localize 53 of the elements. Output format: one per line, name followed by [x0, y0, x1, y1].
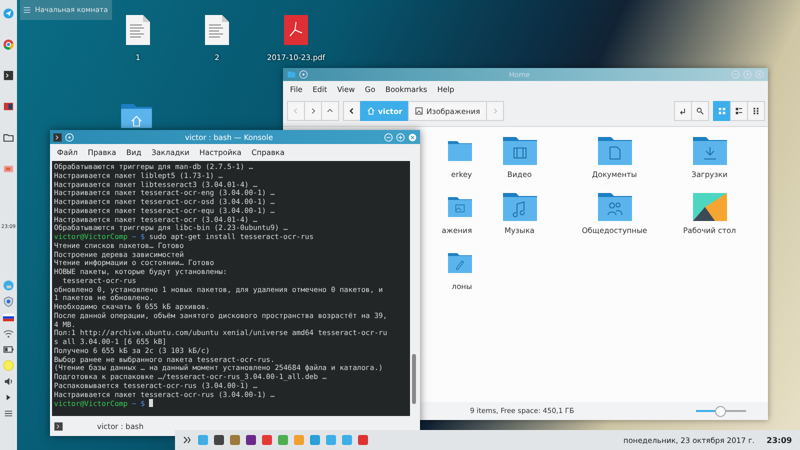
- list-icon: [735, 107, 743, 115]
- app-icon[interactable]: [245, 434, 257, 446]
- details-view-button[interactable]: [747, 101, 765, 121]
- cloud-icon[interactable]: [3, 280, 14, 291]
- chevron-up-icon: [326, 107, 334, 115]
- wifi-icon[interactable]: [3, 328, 14, 339]
- document-icon[interactable]: [125, 14, 151, 46]
- zoom-slider[interactable]: [696, 406, 746, 416]
- desktop-folder-icon[interactable]: [692, 193, 726, 221]
- app-icon[interactable]: [3, 101, 14, 112]
- telegram-icon[interactable]: [3, 8, 14, 19]
- shield-icon[interactable]: [3, 296, 14, 307]
- flag-icon[interactable]: [3, 312, 14, 323]
- app-icon[interactable]: [213, 434, 225, 446]
- browser-icon[interactable]: [3, 39, 14, 50]
- home-icon: [367, 107, 375, 115]
- dots-grid-icon: [752, 107, 760, 115]
- close-icon[interactable]: [408, 132, 417, 142]
- chevron-right-icon: [491, 107, 500, 115]
- launcher-icon[interactable]: [181, 434, 193, 446]
- compact-view-button[interactable]: [730, 101, 748, 121]
- image-icon: [415, 107, 424, 115]
- folder-icon: [287, 70, 296, 79]
- documents-folder-icon[interactable]: [598, 137, 632, 165]
- document-icon[interactable]: [204, 14, 230, 46]
- pdf-icon[interactable]: [283, 14, 309, 46]
- terminal-icon: [53, 132, 62, 142]
- speaker-icon[interactable]: [3, 376, 14, 387]
- menu-icon[interactable]: [23, 6, 31, 14]
- music-folder-icon[interactable]: [502, 193, 536, 221]
- presentation-icon[interactable]: [3, 163, 14, 174]
- app-icon[interactable]: [357, 434, 369, 446]
- breadcrumb-back-button[interactable]: [343, 101, 361, 121]
- battery-icon[interactable]: [3, 344, 14, 355]
- clock: 23:09: [766, 436, 792, 444]
- slider-thumb[interactable]: [715, 406, 726, 416]
- return-arrow-icon: [679, 107, 687, 115]
- public-folder-icon[interactable]: [598, 193, 632, 221]
- open-terminal-button[interactable]: [674, 101, 692, 121]
- app-icon[interactable]: [261, 434, 273, 446]
- folder-icon[interactable]: [3, 132, 14, 143]
- search-button[interactable]: [691, 101, 709, 121]
- chevron-left-icon: [348, 107, 356, 115]
- downloads-folder-icon[interactable]: [692, 137, 726, 165]
- chevron-right-icon: [309, 107, 317, 115]
- terminal-icon[interactable]: [3, 70, 14, 81]
- chevron-left-icon: [292, 107, 300, 115]
- pin-icon[interactable]: [299, 70, 308, 79]
- video-folder-icon[interactable]: [502, 137, 536, 165]
- terminal-icon: [54, 422, 63, 430]
- search-icon: [696, 107, 704, 115]
- grid-icon: [718, 107, 726, 115]
- menu-icon[interactable]: [3, 408, 14, 419]
